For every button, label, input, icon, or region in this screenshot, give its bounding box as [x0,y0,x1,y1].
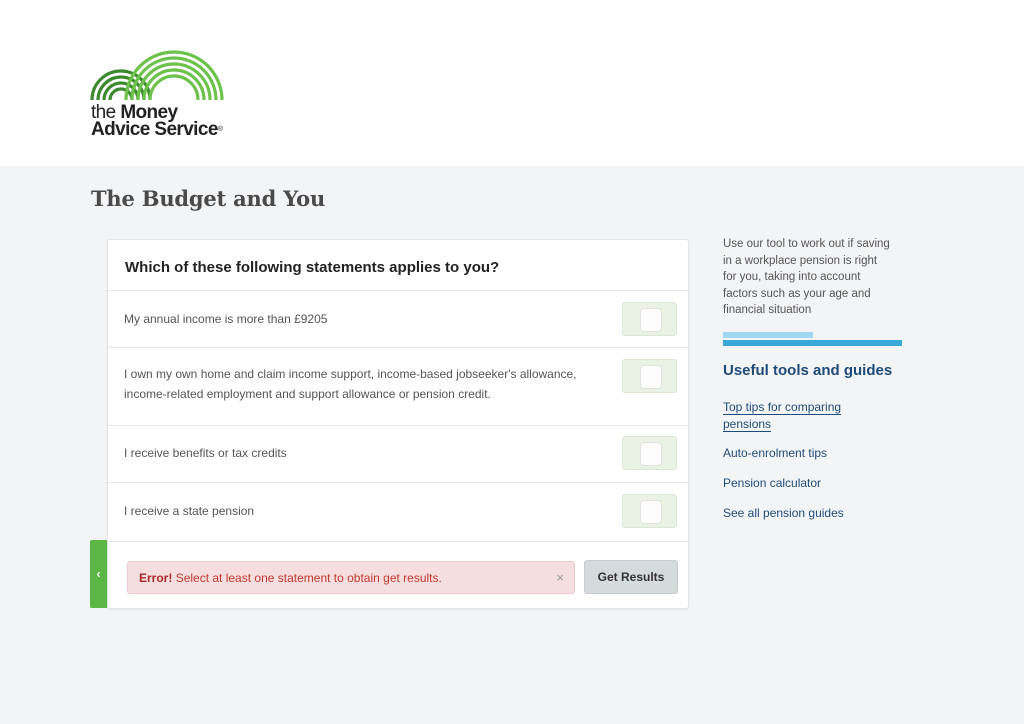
site-header: the Money Advice Service® [0,0,1024,166]
statements-form: Which of these following statements appl… [107,239,689,609]
link-pension-calculator[interactable]: Pension calculator [723,475,821,492]
logo-wordmark: the Money Advice Service® [91,103,223,140]
link-see-all-pension-guides[interactable]: See all pension guides [723,505,844,522]
money-advice-service-logo[interactable]: the Money Advice Service® [90,50,240,142]
statement-toggle[interactable] [622,494,677,528]
statement-row: I receive benefits or tax credits [108,426,688,483]
toggle-knob [640,500,662,524]
statement-row: My annual income is more than £9205 [108,291,688,348]
progress-bar-fill [723,332,813,338]
link-auto-enrolment-tips[interactable]: Auto-enrolment tips [723,445,827,462]
tool-intro-text: Use our tool to work out if saving in a … [723,238,890,316]
rainbow-arches-icon [90,50,224,101]
logo-text-advice-service: Advice Service [91,119,218,140]
useful-tools-heading: Useful tools and guides [723,362,893,379]
statement-row: I receive a state pension [108,483,688,541]
statement-label: I own my own home and claim income suppo… [124,367,577,401]
error-prefix: Error! [139,571,173,585]
statement-label: My annual income is more than £9205 [124,312,328,326]
close-icon[interactable]: × [556,570,564,585]
progress-bar [723,332,902,347]
error-message: Select at least one statement to obtain … [175,571,442,585]
toggle-knob [640,442,662,466]
get-results-button[interactable]: Get Results [584,560,678,594]
link-top-tips-comparing-pensions[interactable]: Top tips for comparing pensions [723,399,863,433]
statement-toggle[interactable] [622,359,677,393]
statement-label: I receive a state pension [124,504,255,518]
progress-bar-track [723,340,902,346]
form-question: Which of these following statements appl… [108,240,688,291]
toggle-knob [640,308,662,332]
link-label: Top tips for comparing pensions [723,400,842,432]
statement-toggle[interactable] [622,436,677,470]
sidebar: Use our tool to work out if saving in a … [723,236,913,520]
page-title: The Budget and You [91,186,326,211]
statement-row: I own my own home and claim income suppo… [108,348,688,426]
statement-label: I receive benefits or tax credits [124,446,287,460]
error-alert: Error! Select at least one statement to … [127,561,575,594]
registered-mark: ® [217,126,223,133]
toggle-knob [640,365,662,389]
form-footer: Error! Select at least one statement to … [108,541,688,608]
chevron-left-icon: ‹ [96,567,101,581]
statement-toggle[interactable] [622,302,677,336]
collapse-tab-button[interactable]: ‹ [90,540,107,608]
